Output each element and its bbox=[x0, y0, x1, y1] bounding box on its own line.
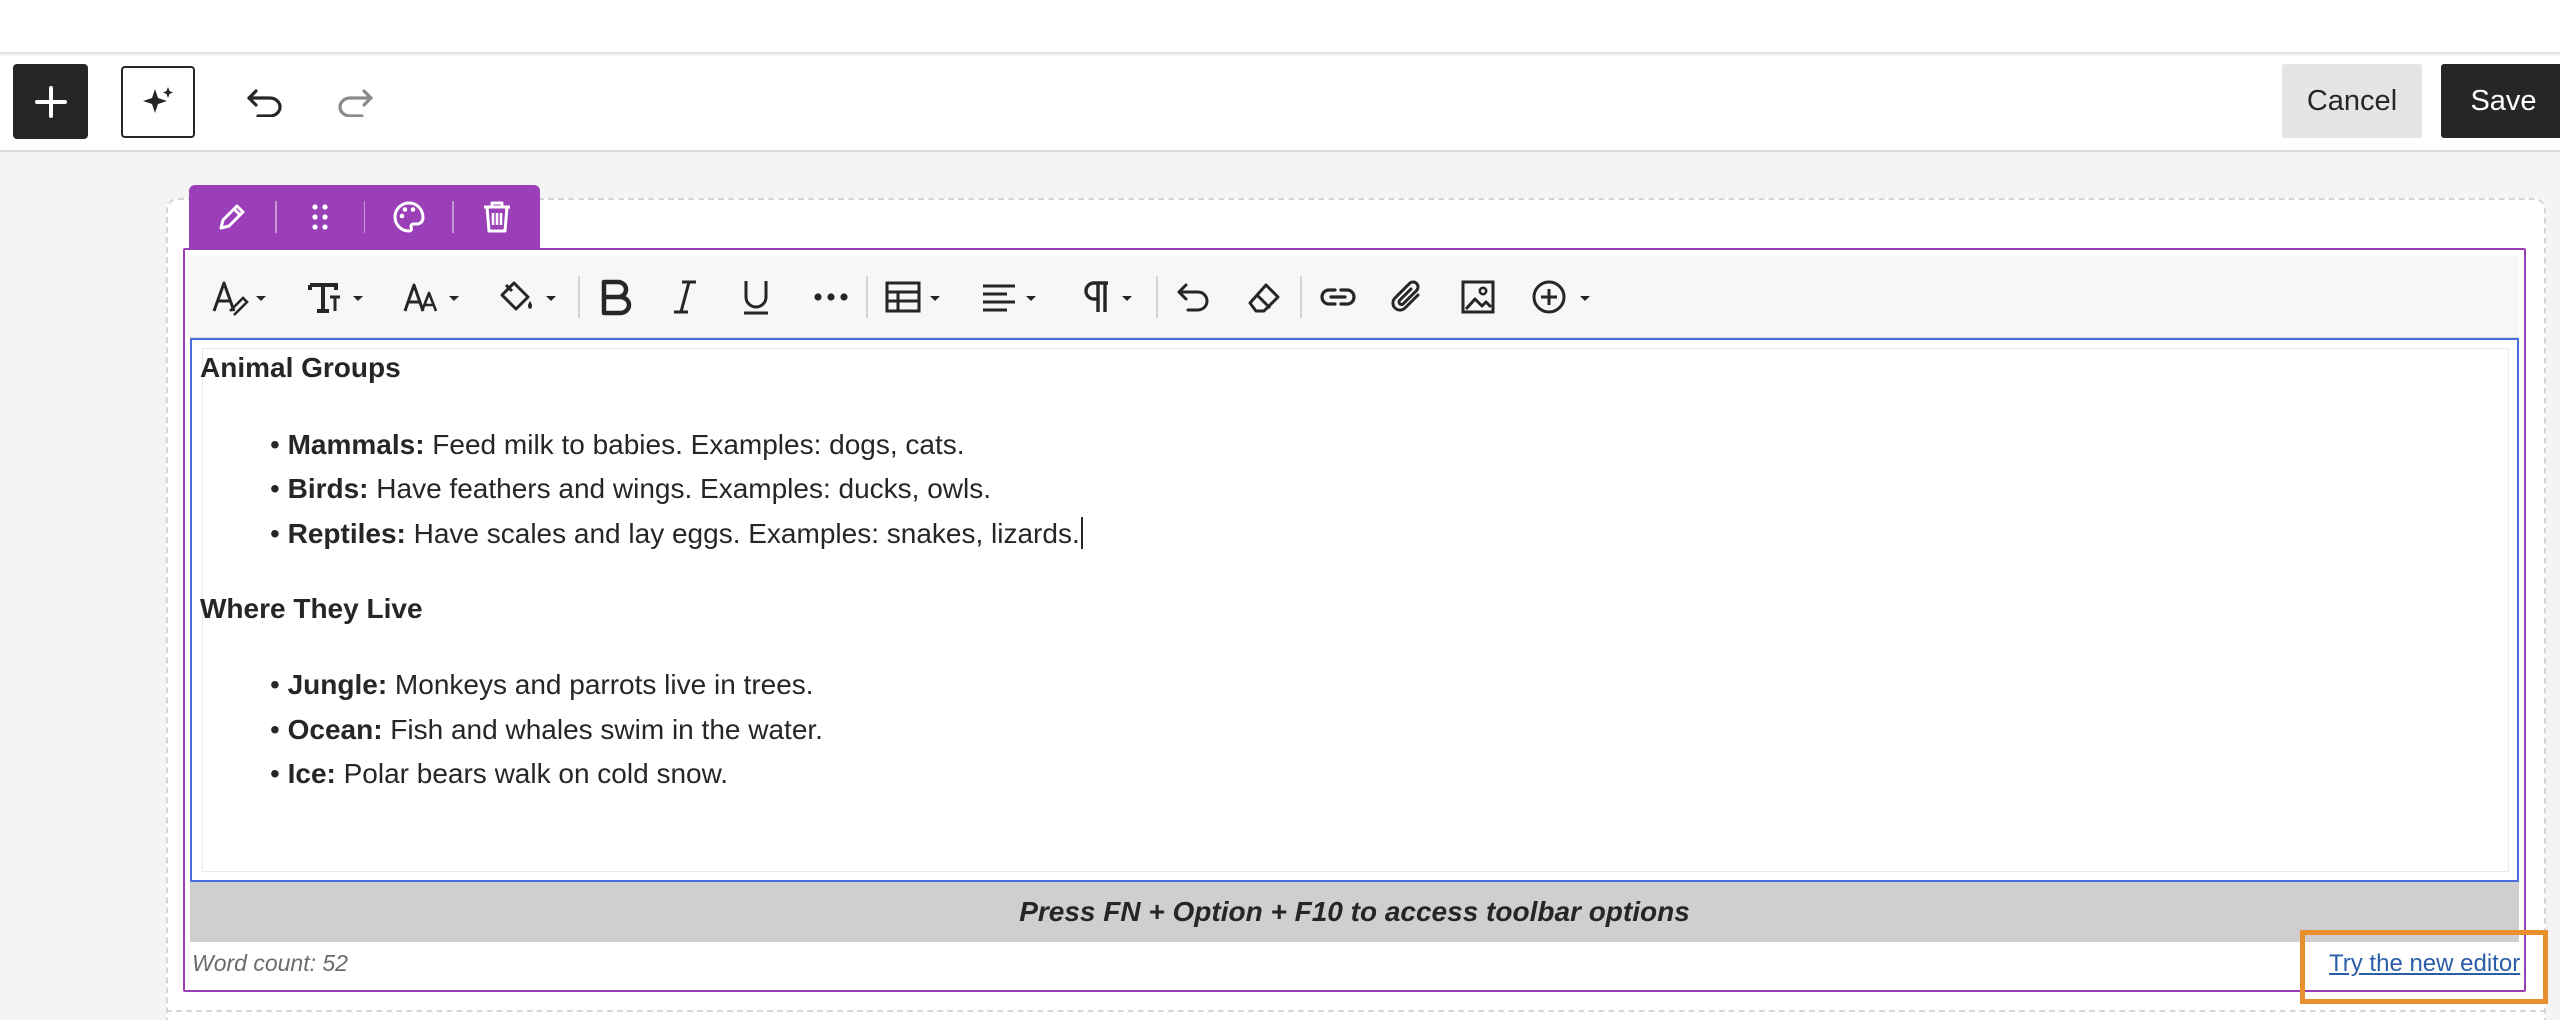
toolbar-divider bbox=[1156, 276, 1158, 318]
canvas-divider bbox=[166, 1010, 2546, 1012]
heading-animal-groups: Animal Groups bbox=[200, 352, 401, 383]
add-content-button[interactable] bbox=[13, 64, 88, 139]
undo-icon bbox=[1177, 283, 1209, 312]
block-style-button[interactable] bbox=[365, 185, 451, 249]
underline-icon bbox=[744, 281, 768, 315]
underline-button[interactable] bbox=[740, 275, 776, 319]
font-family-icon bbox=[308, 283, 363, 313]
keyboard-hint-bar: Press FN + Option + F10 to access toolba… bbox=[190, 882, 2519, 942]
attach-file-button[interactable] bbox=[1390, 275, 1430, 319]
font-size-icon bbox=[403, 283, 459, 312]
sparkle-icon bbox=[143, 87, 173, 113]
list-item: • Ice: Polar bears walk on cold snow. bbox=[270, 758, 729, 789]
try-new-editor-link[interactable]: Try the new editor bbox=[2329, 950, 2520, 978]
save-button[interactable]: Save bbox=[2441, 64, 2560, 138]
cancel-button[interactable]: Cancel bbox=[2282, 64, 2422, 138]
list-item: • Birds: Have feathers and wings. Exampl… bbox=[270, 473, 992, 504]
attachment-icon bbox=[1391, 280, 1420, 312]
list-item-term: Reptiles: bbox=[287, 518, 406, 549]
heading-where-they-live: Where They Live bbox=[200, 593, 423, 624]
toolbar-divider bbox=[578, 276, 580, 318]
list-item-term: Birds: bbox=[287, 473, 369, 504]
italic-button[interactable] bbox=[670, 275, 706, 319]
insert-image-button[interactable] bbox=[1460, 275, 1500, 319]
undo-button[interactable] bbox=[236, 78, 294, 126]
undo-icon bbox=[247, 89, 282, 117]
pencil-icon bbox=[219, 204, 245, 230]
list-item-term: Mammals: bbox=[287, 429, 425, 460]
text-style-icon bbox=[212, 281, 266, 316]
clear-formatting-button[interactable] bbox=[1246, 275, 1286, 319]
list-item-text: Monkeys and parrots live in trees. bbox=[387, 669, 814, 700]
align-icon bbox=[983, 284, 1036, 312]
redo-button[interactable] bbox=[326, 78, 384, 126]
list-item-term: Ice: bbox=[287, 758, 336, 789]
edit-block-button[interactable] bbox=[189, 185, 275, 249]
trash-icon bbox=[483, 201, 510, 233]
plus-icon bbox=[34, 85, 67, 118]
bold-button[interactable] bbox=[598, 275, 638, 319]
list-item-term: Ocean: bbox=[287, 714, 383, 745]
insert-icon bbox=[1532, 280, 1590, 314]
list-item: • Jungle: Monkeys and parrots live in tr… bbox=[270, 669, 814, 700]
highlight-color-icon bbox=[500, 281, 556, 311]
paragraph-dropdown[interactable] bbox=[1078, 275, 1140, 319]
palette-icon bbox=[393, 201, 425, 233]
image-icon bbox=[1461, 280, 1495, 314]
toolbar-divider bbox=[1300, 276, 1302, 318]
align-dropdown[interactable] bbox=[980, 275, 1042, 319]
ai-assist-button[interactable] bbox=[121, 66, 195, 138]
more-icon bbox=[814, 293, 848, 301]
eraser-icon bbox=[1248, 283, 1280, 313]
toolbar-divider bbox=[866, 276, 868, 318]
highlight-color-dropdown[interactable] bbox=[496, 275, 562, 319]
list-item-text: Fish and whales swim in the water. bbox=[382, 714, 823, 745]
table-icon bbox=[885, 281, 940, 313]
list-item: • Ocean: Fish and whales swim in the wat… bbox=[270, 714, 823, 745]
text-style-dropdown[interactable] bbox=[210, 275, 270, 319]
drag-block-handle[interactable] bbox=[277, 185, 363, 249]
more-formatting-button[interactable] bbox=[811, 275, 851, 319]
editor-undo-button[interactable] bbox=[1176, 275, 1216, 319]
list-item: • Mammals: Feed milk to babies. Examples… bbox=[270, 429, 965, 460]
link-icon bbox=[1320, 288, 1356, 306]
editor-content-area[interactable] bbox=[190, 338, 2519, 882]
top-strip bbox=[0, 0, 2560, 54]
list-item-text: Feed milk to babies. Examples: dogs, cat… bbox=[424, 429, 965, 460]
font-size-dropdown[interactable] bbox=[402, 275, 464, 319]
word-count: Word count: 52 bbox=[192, 950, 348, 976]
insert-content-dropdown[interactable] bbox=[1530, 275, 1596, 319]
text-caret bbox=[1080, 517, 1083, 549]
list-item-text: Polar bears walk on cold snow. bbox=[335, 758, 729, 789]
insert-link-button[interactable] bbox=[1318, 275, 1358, 319]
delete-block-button[interactable] bbox=[454, 185, 540, 249]
bold-icon bbox=[601, 279, 632, 316]
italic-icon bbox=[674, 280, 696, 314]
redo-icon bbox=[338, 89, 373, 117]
block-toolbar bbox=[189, 185, 540, 249]
table-dropdown[interactable] bbox=[884, 275, 946, 319]
list-item: • Reptiles: Have scales and lay eggs. Ex… bbox=[270, 517, 1083, 550]
font-family-dropdown[interactable] bbox=[306, 275, 368, 319]
content-inner-border bbox=[202, 348, 2509, 872]
list-item-term: Jungle: bbox=[287, 669, 388, 700]
list-item-text: Have feathers and wings. Examples: ducks… bbox=[368, 473, 992, 504]
drag-handle-icon bbox=[312, 204, 328, 230]
editor-topbar bbox=[0, 56, 2560, 152]
paragraph-icon bbox=[1084, 281, 1132, 312]
list-item-text: Have scales and lay eggs. Examples: snak… bbox=[405, 518, 1080, 549]
